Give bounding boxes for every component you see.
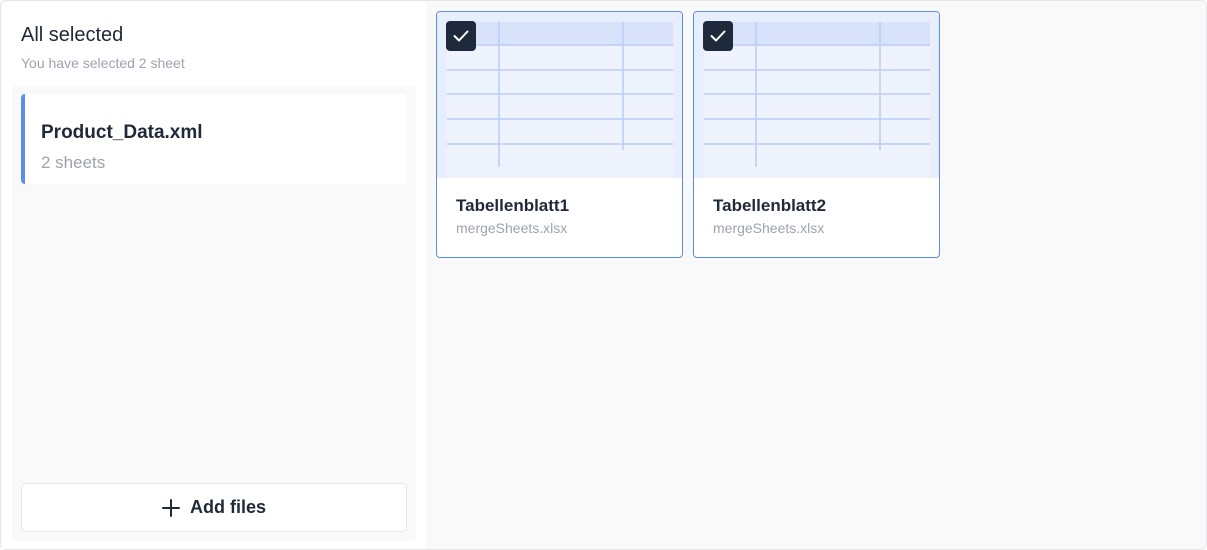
add-files-label: Add files [189, 497, 266, 517]
sheet-name: Tabellenblatt2 [713, 196, 827, 215]
file-item-product-data[interactable]: Product_Data.xml 2 sheets [21, 94, 407, 184]
sheet-source-file: mergeSheets.xlsx [456, 220, 568, 236]
sheet-name: Tabellenblatt1 [456, 196, 570, 215]
sheet-select-checkbox[interactable] [446, 21, 476, 51]
page-title: All selected [21, 24, 124, 46]
file-list-panel: All selected You have selected 2 sheet P… [2, 2, 426, 549]
checkmark-icon [453, 30, 469, 42]
app-frame: All selected You have selected 2 sheet P… [0, 0, 1207, 550]
add-files-button[interactable]: Add files [21, 483, 407, 532]
sheet-source-file: mergeSheets.xlsx [713, 220, 825, 236]
file-name: Product_Data.xml [41, 122, 203, 143]
checkmark-icon [710, 30, 726, 42]
file-sheet-count: 2 sheets [41, 153, 106, 172]
sheet-card-tabellenblatt1[interactable]: Tabellenblatt1 mergeSheets.xlsx [436, 11, 683, 258]
files-list: Product_Data.xml 2 sheets Add files [12, 86, 416, 541]
selection-summary: You have selected 2 sheet [21, 55, 185, 71]
sheet-select-checkbox[interactable] [703, 21, 733, 51]
plus-icon [161, 498, 180, 517]
sheet-card-tabellenblatt2[interactable]: Tabellenblatt2 mergeSheets.xlsx [693, 11, 940, 258]
